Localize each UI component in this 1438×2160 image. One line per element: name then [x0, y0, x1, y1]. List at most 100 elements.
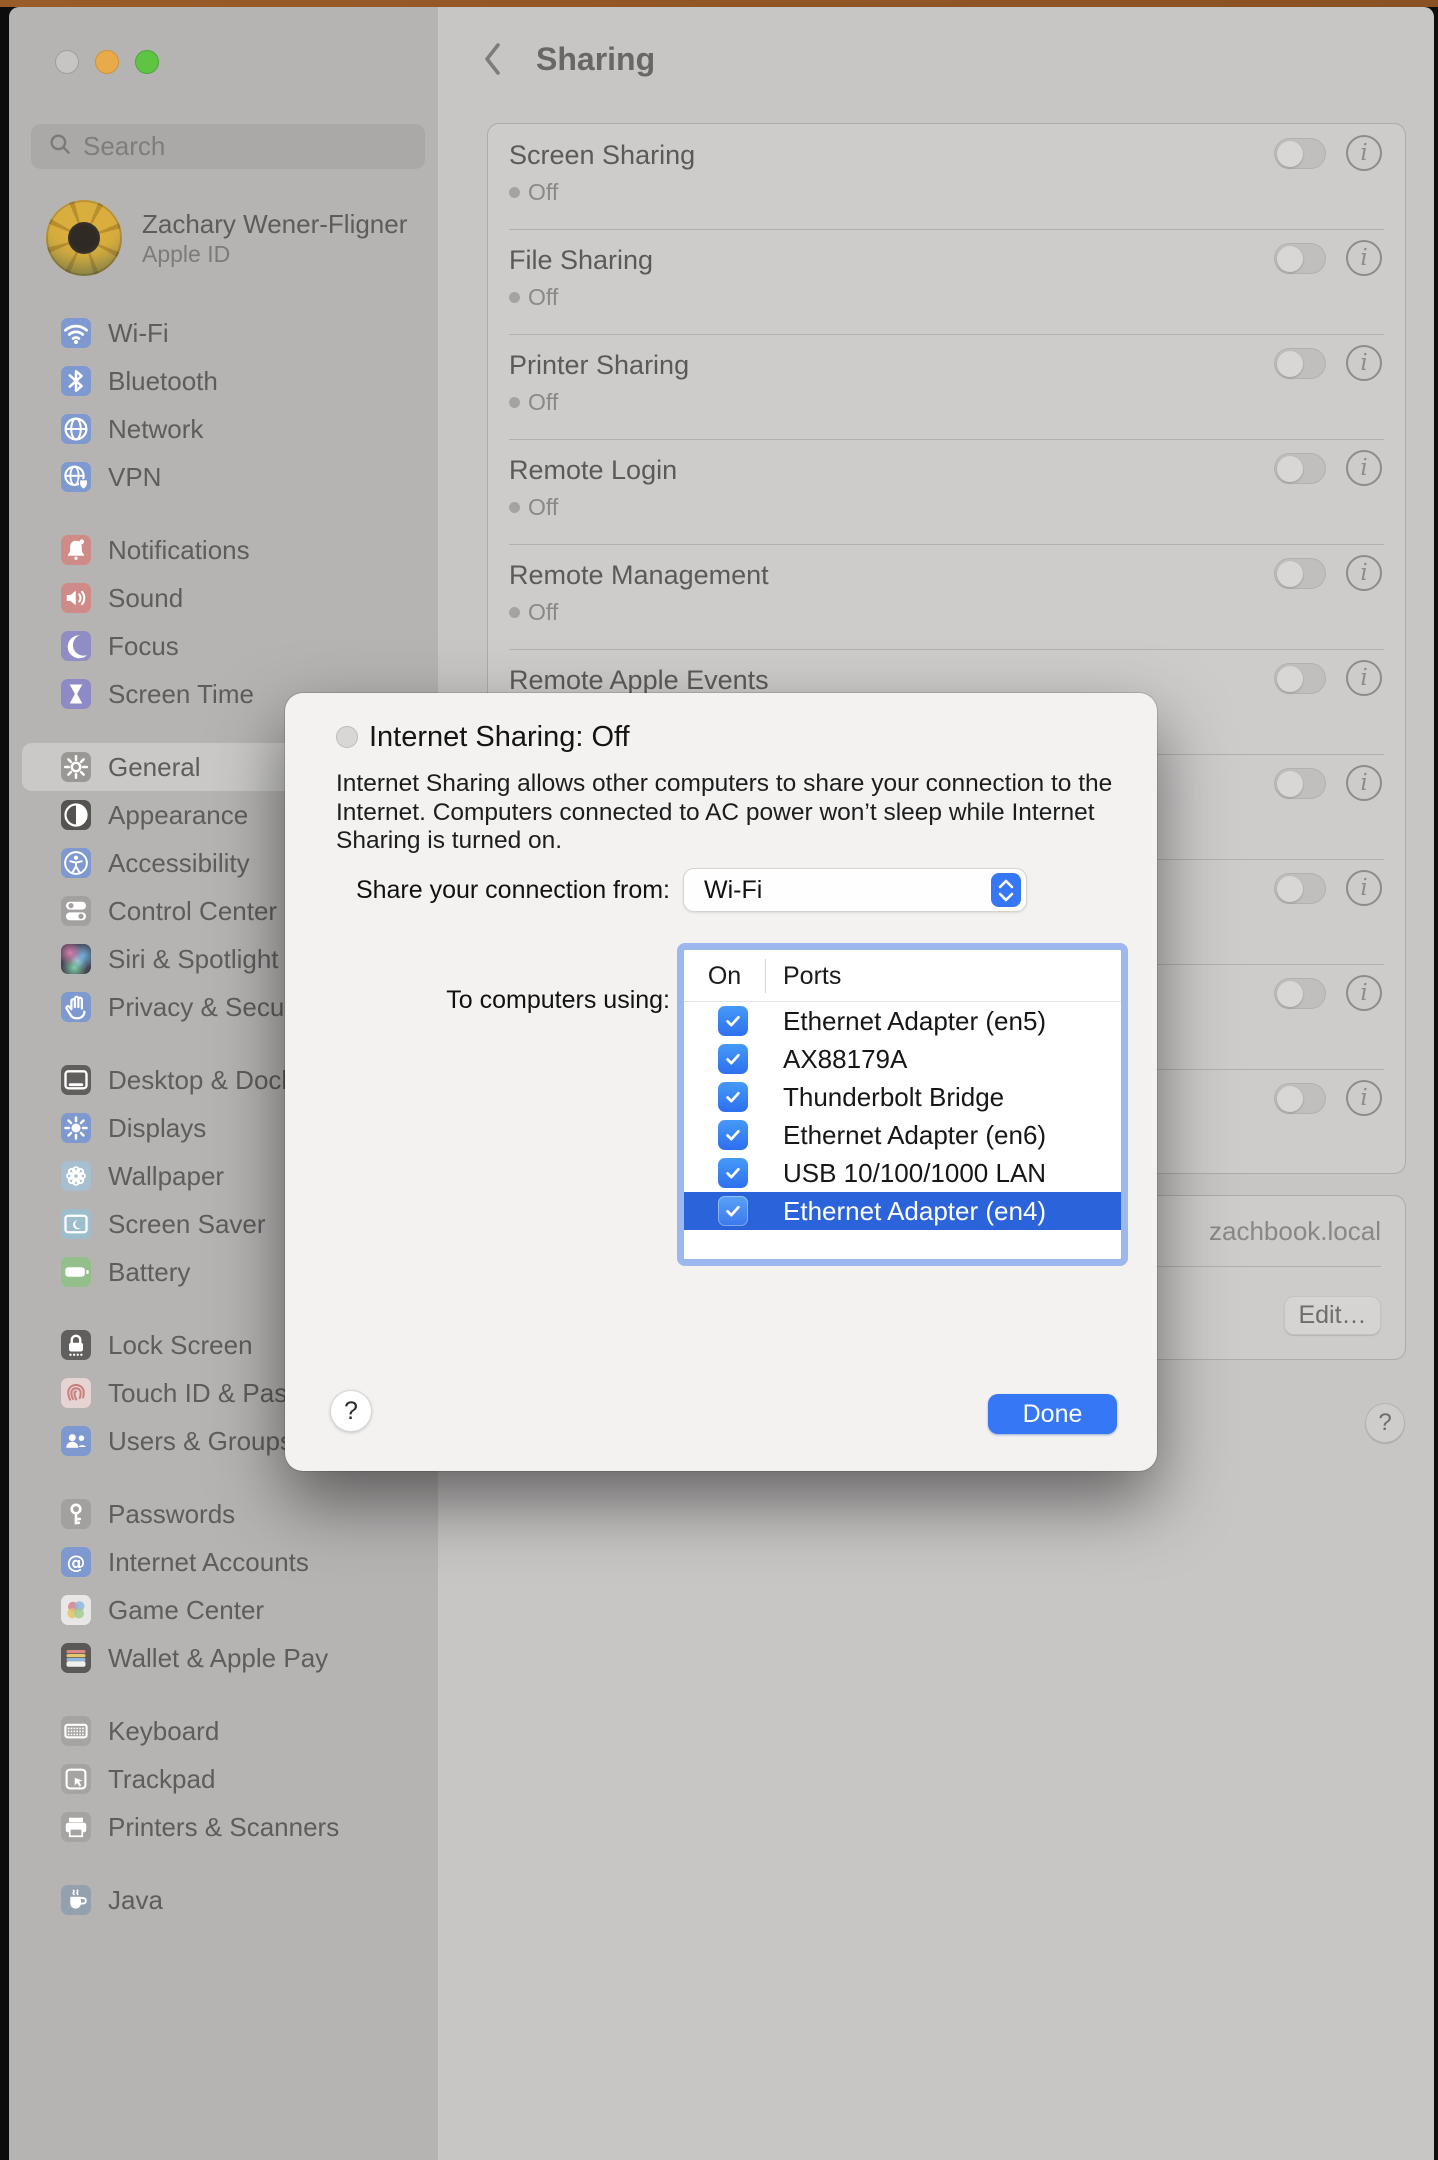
- sidebar-item-label: Battery: [108, 1257, 190, 1288]
- toggle-knob: [1277, 141, 1303, 167]
- info-icon[interactable]: i: [1346, 765, 1382, 801]
- apple-id-profile[interactable]: Zachary Wener-Fligner Apple ID: [46, 200, 407, 276]
- info-icon[interactable]: i: [1346, 555, 1382, 591]
- share-from-dropdown[interactable]: Wi-Fi: [683, 868, 1027, 912]
- service-status: Off: [509, 284, 558, 311]
- service-status: Off: [509, 494, 558, 521]
- info-icon[interactable]: i: [1346, 345, 1382, 381]
- sidebar-item-wi-fi[interactable]: Wi-Fi: [22, 309, 425, 357]
- bell-icon: [61, 535, 91, 565]
- port-row-ax88179a[interactable]: AX88179A: [684, 1040, 1121, 1078]
- back-button[interactable]: [478, 37, 508, 81]
- done-button[interactable]: Done: [988, 1394, 1117, 1434]
- sidebar-item-network[interactable]: Network: [22, 405, 425, 453]
- local-hostname-value: zachbook.local: [1209, 1216, 1381, 1247]
- service-name: Remote Login: [509, 455, 677, 486]
- service-toggle[interactable]: [1274, 138, 1326, 169]
- port-checkbox-checked[interactable]: [718, 1196, 748, 1226]
- port-checkbox-checked[interactable]: [718, 1158, 748, 1188]
- sidebar-item-label: Game Center: [108, 1595, 264, 1626]
- sidebar-item-label: General: [108, 752, 201, 783]
- info-icon[interactable]: i: [1346, 450, 1382, 486]
- dropdown-stepper-icon: [991, 873, 1021, 907]
- status-dot: [509, 607, 520, 618]
- window-minimize-button[interactable]: [95, 50, 119, 74]
- sidebar-item-label: Focus: [108, 631, 179, 662]
- sidebar-item-internet-accounts[interactable]: @Internet Accounts: [22, 1538, 425, 1586]
- service-toggle[interactable]: [1274, 348, 1326, 379]
- dialog-help-button[interactable]: ?: [330, 1390, 372, 1432]
- status-dot: [509, 292, 520, 303]
- sidebar-item-java[interactable]: Java: [22, 1876, 425, 1924]
- service-toggle[interactable]: [1274, 768, 1326, 799]
- screenshot-root: Search Zachary Wener-Fligner Apple ID Wi…: [0, 0, 1438, 2160]
- sidebar-item-label: Wi-Fi: [108, 318, 169, 349]
- service-name: File Sharing: [509, 245, 653, 276]
- hand-icon: [61, 992, 91, 1022]
- info-icon[interactable]: i: [1346, 660, 1382, 696]
- trackpad-icon: [61, 1764, 91, 1794]
- service-toggle[interactable]: [1274, 1083, 1326, 1114]
- ports-table: On Ports Ethernet Adapter (en5)AX88179AT…: [684, 950, 1121, 1259]
- sidebar-item-label: Trackpad: [108, 1764, 215, 1795]
- toggle-knob: [1277, 666, 1303, 692]
- share-from-value: Wi-Fi: [704, 869, 762, 911]
- sidebar-item-focus[interactable]: Focus: [22, 622, 425, 670]
- java-icon: [61, 1885, 91, 1915]
- desktop-edge-top: [0, 0, 1438, 7]
- service-toggle[interactable]: [1274, 558, 1326, 589]
- page-title: Sharing: [536, 41, 655, 78]
- status-text: Off: [528, 179, 558, 206]
- sidebar-item-passwords[interactable]: Passwords: [22, 1490, 425, 1538]
- sidebar-item-printers-scanners[interactable]: Printers & Scanners: [22, 1803, 425, 1851]
- info-icon[interactable]: i: [1346, 870, 1382, 906]
- port-checkbox-checked[interactable]: [718, 1120, 748, 1150]
- port-checkbox-checked[interactable]: [718, 1006, 748, 1036]
- profile-subtitle: Apple ID: [142, 240, 407, 268]
- service-toggle[interactable]: [1274, 663, 1326, 694]
- sidebar-item-sound[interactable]: Sound: [22, 574, 425, 622]
- sidebar-item-keyboard[interactable]: Keyboard: [22, 1707, 425, 1755]
- sidebar-item-label: Accessibility: [108, 848, 250, 879]
- sidebar-item-label: Control Center: [108, 896, 277, 927]
- info-icon[interactable]: i: [1346, 135, 1382, 171]
- window-close-button[interactable]: [55, 50, 79, 74]
- window-zoom-button[interactable]: [135, 50, 159, 74]
- port-row-ethernet-adapter-en6-[interactable]: Ethernet Adapter (en6): [684, 1116, 1121, 1154]
- service-status: Off: [509, 389, 558, 416]
- sidebar-item-label: VPN: [108, 462, 161, 493]
- service-toggle[interactable]: [1274, 978, 1326, 1009]
- globe-shield-icon: [61, 462, 91, 492]
- toggle-knob: [1277, 981, 1303, 1007]
- port-checkbox-checked[interactable]: [718, 1044, 748, 1074]
- sidebar-item-bluetooth[interactable]: Bluetooth: [22, 357, 425, 405]
- service-toggle[interactable]: [1274, 243, 1326, 274]
- help-button[interactable]: ?: [1365, 1403, 1405, 1443]
- info-icon[interactable]: i: [1346, 975, 1382, 1011]
- port-row-usb-10-100-1000-lan[interactable]: USB 10/100/1000 LAN: [684, 1154, 1121, 1192]
- sidebar-item-wallet-apple-pay[interactable]: Wallet & Apple Pay: [22, 1634, 425, 1682]
- service-toggle[interactable]: [1274, 873, 1326, 904]
- port-row-ethernet-adapter-en5-[interactable]: Ethernet Adapter (en5): [684, 1002, 1121, 1040]
- search-icon: [47, 131, 73, 162]
- sidebar-item-label: Printers & Scanners: [108, 1812, 339, 1843]
- info-icon[interactable]: i: [1346, 1080, 1382, 1116]
- edit-hostname-button[interactable]: Edit…: [1284, 1296, 1381, 1335]
- sidebar-item-vpn[interactable]: VPN: [22, 453, 425, 501]
- service-toggle[interactable]: [1274, 453, 1326, 484]
- accessibility-icon: [61, 848, 91, 878]
- sidebar-item-notifications[interactable]: Notifications: [22, 526, 425, 574]
- hourglass-icon: [61, 679, 91, 709]
- port-row-thunderbolt-bridge[interactable]: Thunderbolt Bridge: [684, 1078, 1121, 1116]
- sidebar-item-label: Appearance: [108, 800, 248, 831]
- port-checkbox-checked[interactable]: [718, 1082, 748, 1112]
- sidebar-group: NotificationsSoundFocusScreen Time: [9, 526, 438, 718]
- sidebar-item-game-center[interactable]: Game Center: [22, 1586, 425, 1634]
- sidebar-item-trackpad[interactable]: Trackpad: [22, 1755, 425, 1803]
- status-text: Off: [528, 284, 558, 311]
- toggle-knob: [1277, 246, 1303, 272]
- info-icon[interactable]: i: [1346, 240, 1382, 276]
- sidebar-item-label: Internet Accounts: [108, 1547, 309, 1578]
- port-row-ethernet-adapter-en4-[interactable]: Ethernet Adapter (en4): [684, 1192, 1121, 1230]
- search-input[interactable]: Search: [31, 124, 425, 169]
